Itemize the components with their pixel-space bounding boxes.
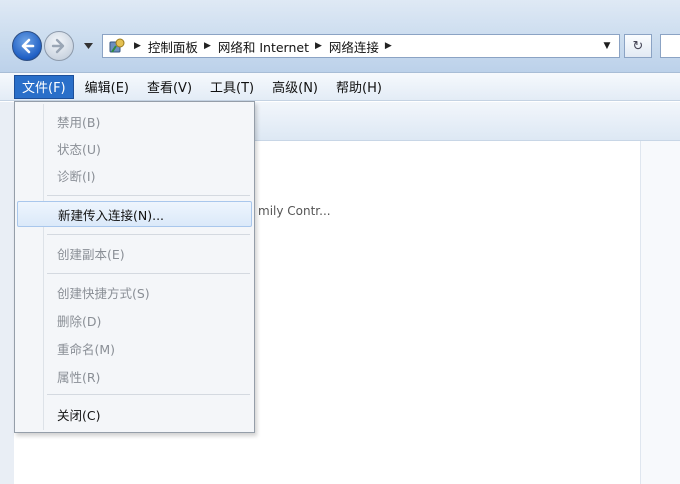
breadcrumb-network-connections[interactable]: ▶ 网络连接 ▶ — [309, 35, 399, 57]
menu-file[interactable]: 文件(F) — [14, 74, 74, 99]
menu-item-close[interactable]: 关闭(C) — [17, 401, 252, 427]
details-pane — [640, 141, 680, 484]
chevron-down-icon — [83, 43, 93, 49]
breadcrumb-arrow-icon[interactable]: ▶ — [315, 41, 322, 51]
menu-separator — [47, 195, 250, 196]
menu-bar: 文件(F) 编辑(E) 查看(V) 工具(T) 高级(N) 帮助(H) — [0, 73, 680, 101]
menu-advanced[interactable]: 高级(N) — [265, 75, 325, 99]
breadcrumb-network-internet[interactable]: ▶ 网络和 Internet — [198, 35, 309, 57]
menu-item-status[interactable]: 状态(U) — [17, 135, 252, 161]
connection-item-label[interactable]: mily Contr... — [258, 204, 331, 218]
window-edge — [0, 102, 14, 484]
menu-help[interactable]: 帮助(H) — [329, 75, 389, 99]
address-dropdown-icon[interactable]: ▼ — [601, 35, 613, 57]
forward-button[interactable] — [44, 31, 74, 61]
menu-item-disable[interactable]: 禁用(B) — [17, 108, 252, 134]
breadcrumb-label[interactable]: 网络和 Internet — [218, 37, 309, 56]
arrow-left-icon — [21, 38, 35, 54]
menu-tools[interactable]: 工具(T) — [203, 75, 261, 99]
menu-item-rename[interactable]: 重命名(M) — [17, 335, 252, 361]
menu-separator — [47, 234, 250, 235]
address-toolbar: ▶ 控制面板 ▶ 网络和 Internet ▶ 网络连接 ▶ ▼ ↻ — [0, 0, 680, 73]
menu-item-properties[interactable]: 属性(R) — [17, 363, 252, 389]
refresh-icon: ↻ — [632, 38, 644, 54]
control-panel-icon — [106, 35, 128, 57]
menu-item-create-copy[interactable]: 创建副本(E) — [17, 240, 252, 266]
breadcrumb-control-panel[interactable]: ▶ 控制面板 — [128, 35, 198, 57]
menu-item-new-incoming-connection[interactable]: 新建传入连接(N)... — [17, 201, 252, 227]
menu-view[interactable]: 查看(V) — [140, 75, 199, 99]
address-bar[interactable]: ▶ 控制面板 ▶ 网络和 Internet ▶ 网络连接 ▶ ▼ — [102, 34, 620, 58]
breadcrumb-arrow-icon[interactable]: ▶ — [204, 41, 211, 51]
search-input[interactable] — [660, 34, 680, 58]
file-menu-dropdown: 禁用(B) 状态(U) 诊断(I) 新建传入连接(N)... 创建副本(E) 创… — [14, 101, 255, 433]
recent-pages-button[interactable] — [80, 38, 96, 54]
menu-separator — [47, 394, 250, 395]
menu-item-create-shortcut[interactable]: 创建快捷方式(S) — [17, 279, 252, 305]
menu-item-diagnose[interactable]: 诊断(I) — [17, 162, 252, 188]
menu-edit[interactable]: 编辑(E) — [78, 75, 136, 99]
breadcrumb-arrow-icon[interactable]: ▶ — [385, 41, 392, 51]
refresh-button[interactable]: ↻ — [624, 34, 652, 58]
menu-item-delete[interactable]: 删除(D) — [17, 307, 252, 333]
arrow-right-icon — [51, 38, 65, 54]
breadcrumb-label[interactable]: 控制面板 — [148, 37, 198, 56]
breadcrumb-label[interactable]: 网络连接 — [329, 37, 379, 56]
breadcrumb-arrow-icon[interactable]: ▶ — [134, 41, 141, 51]
back-button[interactable] — [12, 31, 42, 61]
menu-separator — [47, 273, 250, 274]
